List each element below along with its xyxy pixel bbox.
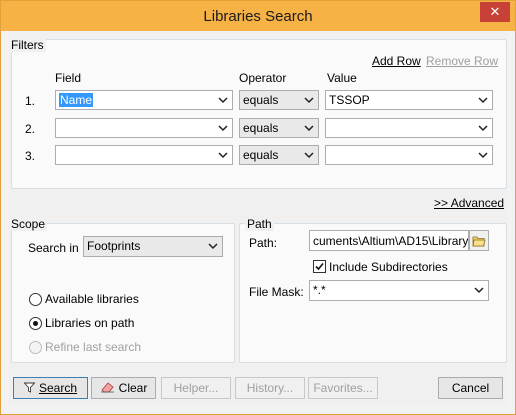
- operator-select[interactable]: equals: [239, 90, 319, 110]
- libraries-on-path-radio[interactable]: [29, 317, 42, 330]
- operator-select-value: equals: [243, 93, 279, 107]
- value-select[interactable]: [325, 118, 493, 138]
- clear-button-label: Clear: [118, 381, 148, 395]
- libraries-on-path-label[interactable]: Libraries on path: [45, 316, 134, 330]
- row-number: 1.: [25, 94, 36, 108]
- add-row-link[interactable]: Add Row: [372, 54, 421, 68]
- chevron-down-icon: [474, 287, 484, 294]
- field-column-header: Field: [55, 71, 82, 85]
- include-subdirectories-label[interactable]: Include Subdirectories: [329, 260, 448, 274]
- chevron-down-icon: [478, 152, 488, 159]
- available-libraries-radio[interactable]: [29, 293, 42, 306]
- chevron-down-icon: [478, 125, 488, 132]
- advanced-link[interactable]: >> Advanced: [434, 196, 504, 210]
- include-subdirectories-checkbox[interactable]: [313, 260, 326, 273]
- operator-select-value: equals: [243, 148, 279, 162]
- search-in-select[interactable]: Footprints: [83, 236, 223, 257]
- operator-select-value: equals: [243, 121, 279, 135]
- cancel-button[interactable]: Cancel: [438, 377, 503, 399]
- refine-last-search-label: Refine last search: [45, 340, 142, 354]
- chevron-down-icon: [304, 125, 314, 132]
- dialog-body: Filters Add Row Remove Row Field Operato…: [9, 31, 507, 406]
- browse-path-button[interactable]: [469, 230, 489, 251]
- chevron-down-icon: [478, 97, 488, 104]
- file-mask-value: *.*: [313, 283, 326, 297]
- search-button-label: Search: [38, 381, 78, 395]
- search-button[interactable]: Search: [13, 377, 88, 399]
- operator-select[interactable]: equals: [239, 118, 319, 138]
- clear-button[interactable]: Clear: [91, 377, 156, 399]
- operator-select[interactable]: equals: [239, 145, 319, 165]
- field-select[interactable]: Name: [55, 90, 233, 110]
- field-select[interactable]: [55, 145, 233, 165]
- funnel-icon: [23, 382, 36, 393]
- chevron-down-icon: [304, 152, 314, 159]
- path-input-value: cuments\Altium\AD15\Library\: [313, 234, 469, 248]
- remove-row-link: Remove Row: [426, 54, 499, 68]
- window-title: Libraries Search: [203, 8, 313, 25]
- chevron-down-icon: [218, 97, 228, 104]
- helper-button: Helper...: [161, 377, 231, 399]
- value-select[interactable]: [325, 145, 493, 165]
- value-select[interactable]: TSSOP: [325, 90, 493, 110]
- scope-group-title: Scope: [9, 217, 48, 231]
- path-group-title: Path: [245, 217, 274, 231]
- close-icon: ✕: [489, 4, 501, 19]
- path-input[interactable]: cuments\Altium\AD15\Library\: [309, 230, 469, 251]
- value-select-value: TSSOP: [329, 93, 370, 107]
- history-button: History...: [235, 377, 305, 399]
- row-number: 3.: [25, 149, 36, 163]
- row-number: 2.: [25, 122, 36, 136]
- chevron-down-icon: [218, 152, 228, 159]
- chevron-down-icon: [218, 125, 228, 132]
- chevron-down-icon: [208, 243, 218, 250]
- file-mask-select[interactable]: *.*: [309, 280, 489, 301]
- operator-column-header: Operator: [239, 71, 287, 85]
- field-select-value: Name: [59, 93, 94, 107]
- file-mask-label: File Mask:: [249, 285, 304, 299]
- libraries-search-dialog: Libraries Search ✕ Filters Add Row Remov…: [0, 0, 516, 415]
- path-label: Path:: [249, 236, 278, 250]
- close-button[interactable]: ✕: [480, 2, 510, 22]
- refine-last-search-radio: [29, 341, 42, 354]
- search-in-value: Footprints: [87, 239, 141, 253]
- folder-icon: [472, 236, 486, 247]
- eraser-icon: [100, 382, 114, 393]
- title-bar[interactable]: Libraries Search ✕: [1, 1, 515, 31]
- checkmark-icon: [315, 262, 324, 271]
- favorites-button: Favorites...: [308, 377, 378, 399]
- search-in-label: Search in: [28, 241, 79, 255]
- filters-group-title: Filters: [9, 38, 46, 52]
- chevron-down-icon: [304, 97, 314, 104]
- field-select[interactable]: [55, 118, 233, 138]
- value-column-header: Value: [327, 71, 357, 85]
- available-libraries-label[interactable]: Available libraries: [45, 292, 139, 306]
